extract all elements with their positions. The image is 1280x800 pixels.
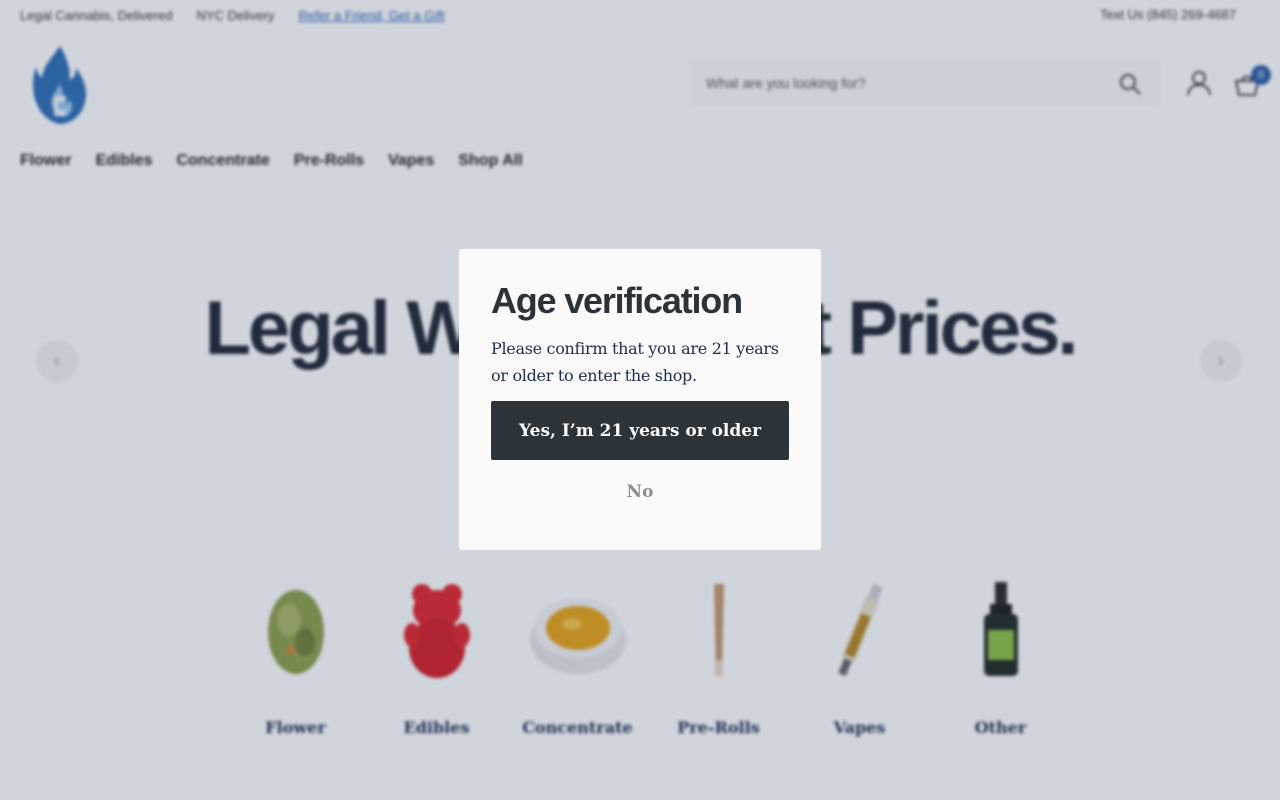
confirm-age-button[interactable]: Yes, I’m 21 years or older — [491, 401, 789, 460]
decline-age-button[interactable]: No — [627, 482, 654, 502]
age-verification-modal: Age verification Please confirm that you… — [459, 249, 821, 550]
modal-title: Age verification — [491, 280, 743, 321]
modal-message: Please confirm that you are 21 years or … — [491, 339, 779, 385]
